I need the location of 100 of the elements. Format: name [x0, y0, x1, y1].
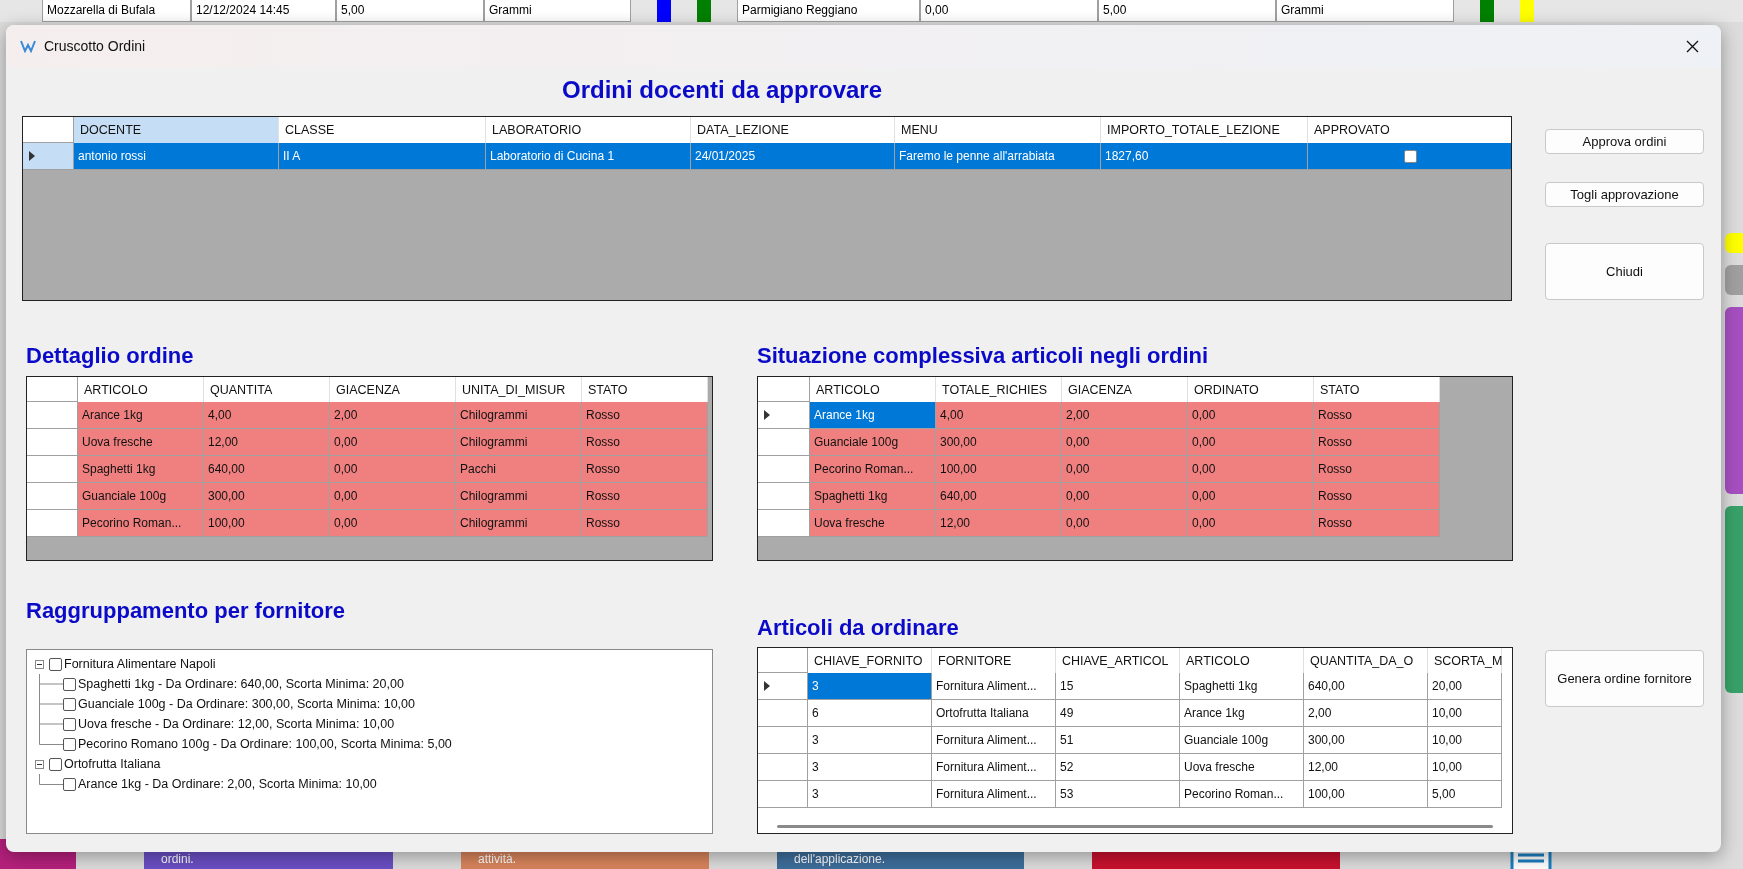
collapse-icon[interactable] — [35, 759, 44, 769]
grid-cell: Rosso — [1314, 456, 1440, 483]
grid-row[interactable]: 3 Fornitura Aliment... 53 Pecorino Roman... 100,00 5,00 — [758, 781, 1512, 808]
grid-cell: 49 — [1056, 700, 1180, 727]
column-header[interactable]: QUANTITA — [204, 377, 330, 402]
row-header[interactable] — [23, 143, 74, 170]
column-header[interactable]: TOTALE_RICHIES — [936, 377, 1062, 402]
row-header[interactable] — [758, 727, 808, 754]
grid-cell: 12,00 — [936, 510, 1062, 537]
tree-checkbox[interactable] — [63, 677, 76, 691]
tree-checkbox[interactable] — [63, 777, 76, 791]
close-icon[interactable] — [1685, 39, 1699, 53]
grid-row[interactable]: antonio rossi II A Laboratorio di Cucina 1 24/01/2025 Faremo le penne all'arrabiata 1827,60 — [23, 143, 1511, 170]
tree-checkbox[interactable] — [49, 757, 62, 771]
column-header[interactable]: APPROVATO — [1308, 117, 1511, 143]
grid-cell: 12,00 — [1304, 754, 1428, 781]
grid-row[interactable]: Guanciale 100g 300,00 0,00 0,00 Rosso — [758, 429, 1512, 456]
row-header[interactable] — [758, 781, 808, 808]
action-button[interactable]: Approva ordini — [1545, 129, 1704, 154]
grid-cell: 0,00 — [330, 456, 456, 483]
grid-cell: 100,00 — [204, 510, 330, 537]
row-header[interactable] — [758, 429, 810, 456]
tree-checkbox[interactable] — [63, 697, 76, 711]
tree-checkbox[interactable] — [63, 737, 76, 751]
row-header[interactable] — [758, 456, 810, 483]
column-header[interactable]: UNITA_DI_MISUR — [456, 377, 582, 402]
column-header[interactable]: GIACENZA — [1062, 377, 1188, 402]
column-header[interactable]: DATA_LEZIONE — [691, 117, 895, 143]
grid-cell: 640,00 — [1304, 673, 1428, 700]
column-header[interactable]: ORDINATO — [1188, 377, 1314, 402]
grid-row[interactable]: Uova fresche 12,00 0,00 0,00 Rosso — [758, 510, 1512, 537]
row-header[interactable] — [27, 429, 78, 456]
column-header[interactable]: ARTICOLO — [78, 377, 204, 402]
row-header[interactable] — [758, 673, 808, 700]
row-header[interactable] — [27, 510, 78, 537]
column-header[interactable]: STATO — [582, 377, 708, 402]
row-header[interactable] — [27, 483, 78, 510]
tree-item-label[interactable]: Pecorino Romano 100g - Da Ordinare: 100,00, Scorta Minima: 5,00 — [78, 737, 452, 751]
grid-row[interactable]: 3 Fornitura Aliment... 15 Spaghetti 1kg 640,00 20,00 — [758, 673, 1512, 700]
grid-cell: Laboratorio di Cucina 1 — [486, 143, 691, 170]
tree-item-label[interactable]: Arance 1kg - Da Ordinare: 2,00, Scorta Minima: 10,00 — [78, 777, 377, 791]
grid-row[interactable]: Spaghetti 1kg 640,00 0,00 Pacchi Rosso — [27, 456, 712, 483]
grid-row[interactable]: Uova fresche 12,00 0,00 Chilogrammi Rosso — [27, 429, 712, 456]
row-header[interactable] — [27, 402, 78, 429]
tree-item-label[interactable]: Fornitura Alimentare Napoli — [64, 657, 216, 671]
tree-connector-line — [39, 694, 63, 714]
column-header[interactable]: CLASSE — [279, 117, 486, 143]
grid-row[interactable]: Pecorino Roman... 100,00 0,00 Chilogrammi Rosso — [27, 510, 712, 537]
tree-item-label[interactable]: Uova fresche - Da Ordinare: 12,00, Scorta Minima: 10,00 — [78, 717, 395, 731]
grid-cell: 0,00 — [1188, 456, 1314, 483]
grid-row[interactable]: Spaghetti 1kg 640,00 0,00 0,00 Rosso — [758, 483, 1512, 510]
row-header[interactable] — [758, 483, 810, 510]
row-header[interactable] — [758, 402, 810, 429]
grid-cell: 0,00 — [1188, 510, 1314, 537]
row-header[interactable] — [758, 700, 808, 727]
grid-row[interactable]: 3 Fornitura Aliment... 51 Guanciale 100g 300,00 10,00 — [758, 727, 1512, 754]
row-pointer-icon — [29, 151, 35, 161]
grid-cell: 4,00 — [204, 402, 330, 429]
background-table-cell: 5,00 — [336, 0, 484, 22]
tree-checkbox[interactable] — [49, 657, 62, 671]
section-title: Articoli da ordinare — [757, 614, 960, 642]
grid-cell: Arance 1kg — [78, 402, 204, 429]
tree-item-label[interactable]: Ortofrutta Italiana — [64, 757, 161, 771]
grid-cell: Pecorino Roman... — [78, 510, 204, 537]
tile-text: dell'applicazione. — [794, 852, 886, 866]
column-header[interactable]: DOCENTE — [74, 117, 279, 143]
grid-cell: 12,00 — [204, 429, 330, 456]
grid-cell: 100,00 — [936, 456, 1062, 483]
horizontal-scrollbar[interactable] — [777, 825, 1493, 828]
column-header[interactable]: MENU — [895, 117, 1101, 143]
grid-row[interactable]: Pecorino Roman... 100,00 0,00 0,00 Rosso — [758, 456, 1512, 483]
action-button[interactable]: Chiudi — [1545, 243, 1704, 300]
grid-row[interactable]: 3 Fornitura Aliment... 52 Uova fresche 12,00 10,00 — [758, 754, 1512, 781]
approved-checkbox[interactable] — [1404, 149, 1417, 163]
tree-checkbox[interactable] — [63, 717, 76, 731]
row-header[interactable] — [758, 510, 810, 537]
grid-cell: Chilogrammi — [456, 429, 582, 456]
column-header[interactable]: ARTICOLO — [810, 377, 936, 402]
row-header[interactable] — [758, 754, 808, 781]
grid-cell: Pacchi — [456, 456, 582, 483]
tree-item-label[interactable]: Guanciale 100g - Da Ordinare: 300,00, Scorta Minima: 10,00 — [78, 697, 415, 711]
tree-item-label[interactable]: Spaghetti 1kg - Da Ordinare: 640,00, Scorta Minima: 20,00 — [78, 677, 404, 691]
collapse-icon[interactable] — [35, 659, 44, 669]
action-button[interactable]: Togli approvazione — [1545, 182, 1704, 207]
column-header[interactable]: LABORATORIO — [486, 117, 691, 143]
column-header[interactable]: GIACENZA — [330, 377, 456, 402]
app-icon — [20, 39, 36, 53]
grid-row[interactable]: Guanciale 100g 300,00 0,00 Chilogrammi Rosso — [27, 483, 712, 510]
generate-order-button[interactable]: Genera ordine fornitore — [1545, 650, 1704, 707]
grid-row[interactable]: Arance 1kg 4,00 2,00 Chilogrammi Rosso — [27, 402, 712, 429]
grid-cell: 6 — [808, 700, 932, 727]
grid-row[interactable]: Arance 1kg 4,00 2,00 0,00 Rosso — [758, 402, 1512, 429]
tile-text: ordini. — [161, 852, 194, 866]
grid-cell: 640,00 — [204, 456, 330, 483]
column-header[interactable]: STATO — [1314, 377, 1440, 402]
grid-row[interactable]: 6 Ortofrutta Italiana 49 Arance 1kg 2,00 10,00 — [758, 700, 1512, 727]
row-header[interactable] — [27, 456, 78, 483]
grid-cell: Rosso — [582, 429, 708, 456]
grid-cell: 300,00 — [204, 483, 330, 510]
column-header[interactable]: IMPORTO_TOTALE_LEZIONE — [1101, 117, 1308, 143]
